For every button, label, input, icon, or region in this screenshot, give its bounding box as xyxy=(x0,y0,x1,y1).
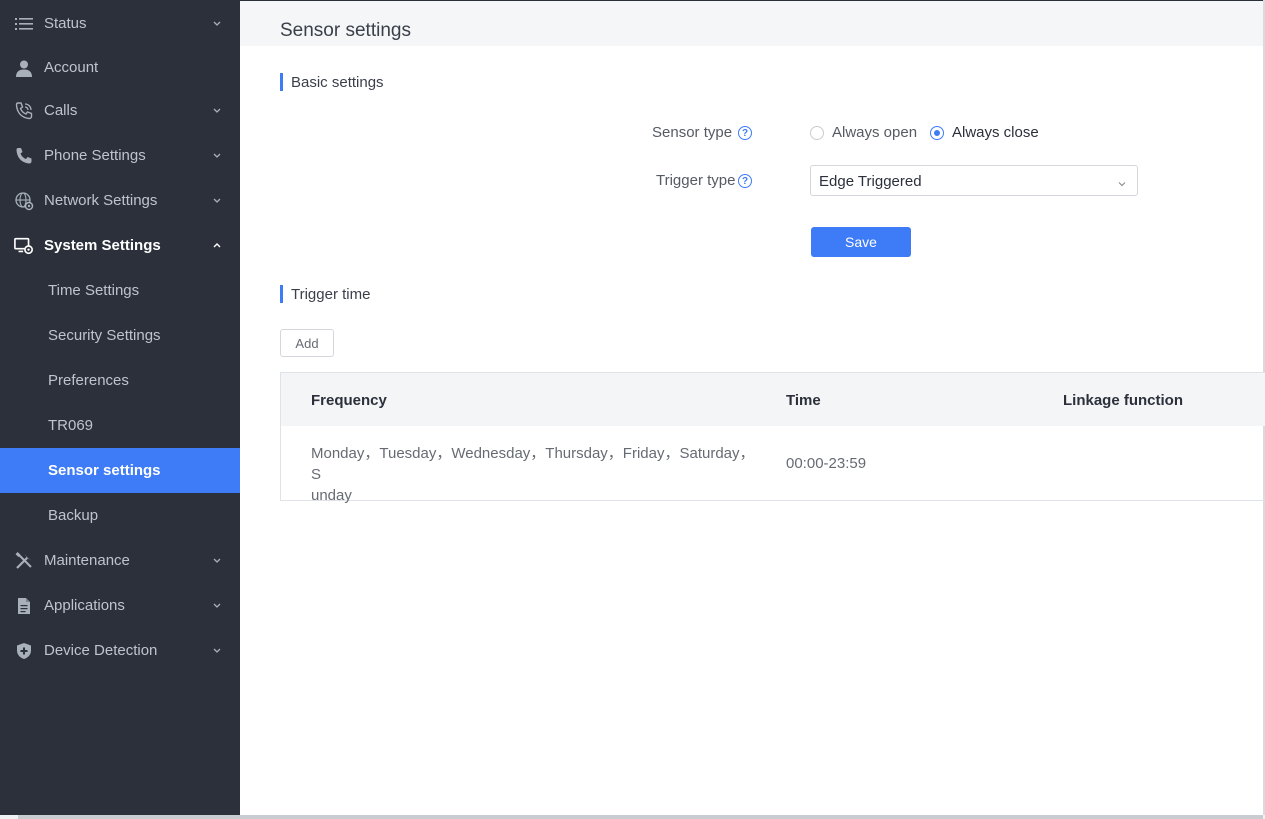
sidebar-item-label: Applications xyxy=(44,597,125,614)
sidebar-item-device-detection[interactable]: Device Detection xyxy=(0,628,240,673)
chevron-down-icon xyxy=(1117,176,1127,187)
trigger-type-select[interactable]: Edge Triggered xyxy=(810,165,1138,196)
sidebar-subitem-backup[interactable]: Backup xyxy=(0,493,240,538)
help-icon[interactable]: ? xyxy=(738,174,752,188)
trigger-time-table: Frequency Time Linkage function Monday，T… xyxy=(280,372,1265,504)
sidebar-subitem-label: TR069 xyxy=(48,417,94,434)
section-accent-bar xyxy=(280,285,283,303)
sidebar-item-calls[interactable]: Calls xyxy=(0,88,240,133)
phone-call-icon xyxy=(14,101,34,121)
sidebar-subitem-time-settings[interactable]: Time Settings xyxy=(0,268,240,313)
sidebar-item-status[interactable]: Status xyxy=(0,1,240,46)
column-header-linkage: Linkage function xyxy=(1063,392,1183,409)
globe-gear-icon xyxy=(14,191,34,211)
chevron-down-icon xyxy=(212,646,222,656)
shield-icon xyxy=(14,641,34,661)
user-icon xyxy=(14,58,34,78)
chevron-down-icon xyxy=(212,151,222,161)
section-accent-bar xyxy=(280,73,283,91)
cell-frequency: Monday，Tuesday，Wednesday，Thursday，Friday… xyxy=(311,443,756,506)
cell-time: 00:00-23:59 xyxy=(786,455,867,472)
radio-always-close[interactable]: Always close xyxy=(930,124,1039,141)
sidebar-item-applications[interactable]: Applications xyxy=(0,583,240,628)
sidebar-item-label: Phone Settings xyxy=(44,147,146,164)
sidebar-item-account[interactable]: Account xyxy=(0,45,240,90)
column-header-frequency: Frequency xyxy=(311,392,387,409)
chevron-down-icon xyxy=(212,556,222,566)
radio-circle xyxy=(930,125,944,140)
sidebar-subitem-sensor-settings[interactable]: Sensor settings xyxy=(0,448,240,493)
help-icon[interactable]: ? xyxy=(738,126,752,140)
sidebar-item-maintenance[interactable]: Maintenance xyxy=(0,538,240,583)
section-title: Basic settings xyxy=(291,73,384,91)
sidebar-item-label: Calls xyxy=(44,102,78,119)
sidebar-item-phone-settings[interactable]: Phone Settings xyxy=(0,133,240,178)
chevron-down-icon xyxy=(212,19,222,29)
table-header: Frequency Time Linkage function xyxy=(281,373,1265,426)
chevron-up-icon xyxy=(212,241,222,251)
save-button[interactable]: Save xyxy=(811,227,911,257)
chevron-down-icon xyxy=(212,106,222,116)
list-icon xyxy=(14,14,34,34)
sensor-type-label: Sensor type xyxy=(652,124,733,141)
chevron-down-icon xyxy=(212,601,222,611)
sidebar-subitem-security-settings[interactable]: Security Settings xyxy=(0,313,240,358)
sidebar-item-label: Status xyxy=(44,15,87,32)
sidebar-item-network-settings[interactable]: Network Settings xyxy=(0,178,240,223)
section-trigger-time: Trigger time xyxy=(280,285,370,303)
sidebar-item-label: Network Settings xyxy=(44,192,158,209)
phone-icon xyxy=(14,146,34,166)
radio-label: Always open xyxy=(832,124,918,141)
sidebar-item-label: Device Detection xyxy=(44,642,158,659)
sidebar-subitem-label: Security Settings xyxy=(48,327,161,344)
sidebar: Status Account Calls Phone Settings Netw… xyxy=(0,0,240,819)
radio-always-open[interactable]: Always open xyxy=(810,124,917,141)
sidebar-item-label: Maintenance xyxy=(44,552,130,569)
sidebar-item-label: Account xyxy=(44,59,99,76)
section-basic-settings: Basic settings xyxy=(280,73,384,91)
radio-circle xyxy=(810,125,824,140)
sidebar-item-system-settings[interactable]: System Settings xyxy=(0,223,240,268)
sidebar-subitem-label: Sensor settings xyxy=(48,462,161,479)
horizontal-scrollbar-thumb[interactable] xyxy=(18,815,1263,819)
document-icon xyxy=(14,596,34,616)
column-header-time: Time xyxy=(786,392,821,409)
sidebar-subitem-label: Preferences xyxy=(48,372,129,389)
sidebar-subitem-label: Backup xyxy=(48,507,99,524)
add-button[interactable]: Add xyxy=(280,329,334,357)
cell-frequency-line: unday xyxy=(311,487,352,504)
sidebar-subitem-preferences[interactable]: Preferences xyxy=(0,358,240,403)
trigger-type-label: Trigger type xyxy=(656,172,736,189)
tools-icon xyxy=(14,551,34,571)
sidebar-item-label: System Settings xyxy=(44,237,161,254)
select-value: Edge Triggered xyxy=(819,173,922,190)
sidebar-subitem-label: Time Settings xyxy=(48,282,140,299)
radio-label: Always close xyxy=(952,124,1039,141)
page-title: Sensor settings xyxy=(280,20,411,41)
cell-frequency-line: Monday，Tuesday，Wednesday，Thursday，Friday… xyxy=(311,445,755,483)
chevron-down-icon xyxy=(212,196,222,206)
sidebar-subitem-tr069[interactable]: TR069 xyxy=(0,403,240,448)
monitor-gear-icon xyxy=(14,236,34,256)
section-title: Trigger time xyxy=(291,285,371,303)
